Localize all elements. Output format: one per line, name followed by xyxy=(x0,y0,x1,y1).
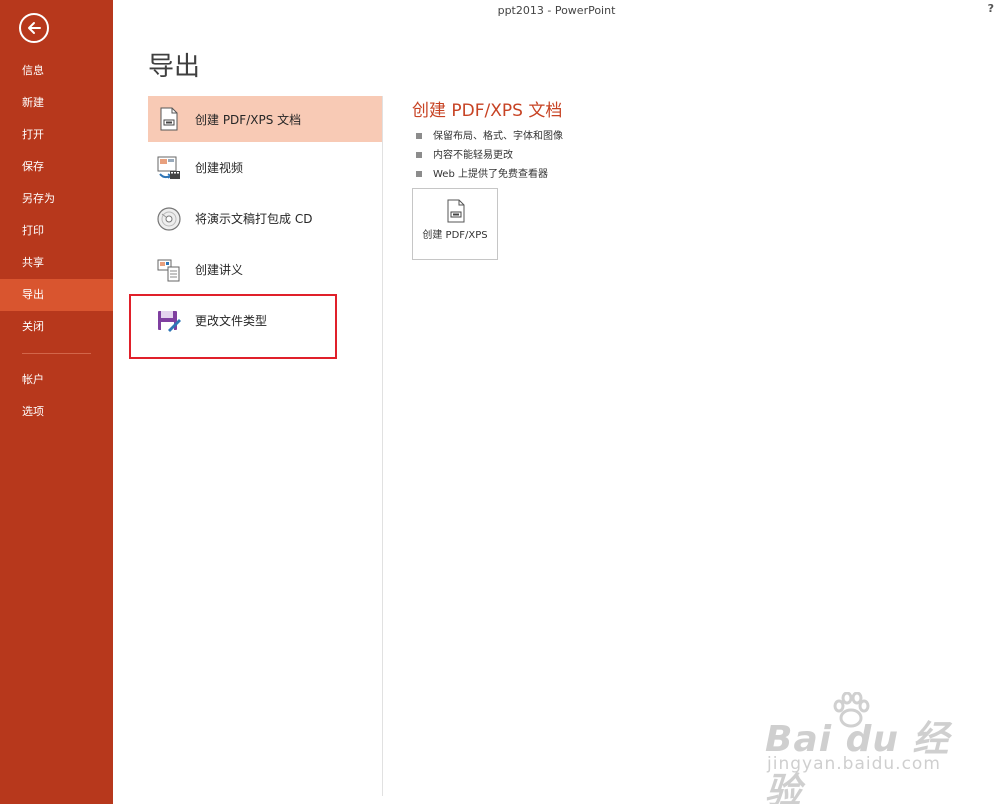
backstage-nav: 信息 新建 打开 保存 另存为 打印 共享 导出 关闭 帐户 选项 xyxy=(0,55,113,428)
nav-close[interactable]: 关闭 xyxy=(0,311,113,343)
nav-save[interactable]: 保存 xyxy=(0,151,113,183)
option-label: 将演示文稿打包成 CD xyxy=(195,212,313,226)
bullet-item: 保留布局、格式、字体和图像 xyxy=(412,127,972,146)
nav-options[interactable]: 选项 xyxy=(0,396,113,428)
option-label: 创建讲义 xyxy=(195,263,244,277)
bullet-square-icon xyxy=(416,171,422,177)
nav-print[interactable]: 打印 xyxy=(0,215,113,247)
bullet-square-icon xyxy=(416,133,422,139)
nav-info[interactable]: 信息 xyxy=(0,55,113,87)
video-icon xyxy=(156,155,182,181)
option-create-pdf-xps[interactable]: 创建 PDF/XPS 文档 xyxy=(148,96,382,142)
nav-save-as[interactable]: 另存为 xyxy=(0,183,113,215)
create-pdf-xps-button[interactable]: 创建 PDF/XPS xyxy=(412,188,498,260)
option-label: 创建 PDF/XPS 文档 xyxy=(195,112,302,127)
back-button[interactable] xyxy=(19,13,49,43)
help-button[interactable]: ? xyxy=(988,2,994,15)
nav-separator xyxy=(22,353,91,354)
detail-bullets: 保留布局、格式、字体和图像 内容不能轻易更改 Web 上提供了免费查看器 xyxy=(412,127,972,184)
bullet-square-icon xyxy=(416,152,422,158)
nav-new[interactable]: 新建 xyxy=(0,87,113,119)
detail-title: 创建 PDF/XPS 文档 xyxy=(412,101,563,121)
title-bar: ppt2013 - PowerPoint ? xyxy=(113,0,1000,22)
pdf-document-icon xyxy=(445,199,467,227)
watermark: Bai du 经验 jingyan.baidu.com xyxy=(765,690,965,804)
bullet-item: Web 上提供了免费查看器 xyxy=(412,165,972,184)
back-arrow-icon xyxy=(28,22,41,34)
nav-share[interactable]: 共享 xyxy=(0,247,113,279)
window-title: ppt2013 - PowerPoint xyxy=(497,4,616,17)
option-label: 创建视频 xyxy=(195,161,244,175)
option-create-handouts[interactable]: 创建讲义 xyxy=(148,244,382,295)
option-package-cd[interactable]: 将演示文稿打包成 CD xyxy=(148,193,382,244)
pdf-document-icon xyxy=(156,106,182,132)
highlight-annotation xyxy=(129,294,337,359)
handout-icon xyxy=(156,257,182,283)
cd-icon xyxy=(156,206,182,232)
backstage-sidebar: 信息 新建 打开 保存 另存为 打印 共享 导出 关闭 帐户 选项 xyxy=(0,0,113,804)
page-title: 导出 xyxy=(148,52,201,82)
detail-panel: 创建 PDF/XPS 文档 保留布局、格式、字体和图像 内容不能轻易更改 Web… xyxy=(412,96,972,260)
option-create-video[interactable]: 创建视频 xyxy=(148,142,382,193)
watermark-url: jingyan.baidu.com xyxy=(767,754,941,774)
nav-export[interactable]: 导出 xyxy=(0,279,113,311)
create-pdf-xps-label: 创建 PDF/XPS xyxy=(422,230,488,241)
nav-account[interactable]: 帐户 xyxy=(0,364,113,396)
panel-divider xyxy=(382,96,383,796)
bullet-item: 内容不能轻易更改 xyxy=(412,146,972,165)
nav-open[interactable]: 打开 xyxy=(0,119,113,151)
